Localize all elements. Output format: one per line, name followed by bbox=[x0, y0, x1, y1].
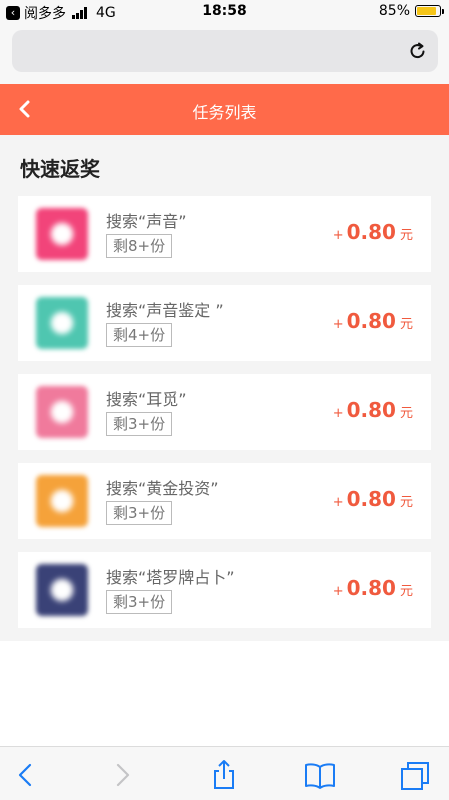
tabs-icon[interactable] bbox=[400, 759, 432, 791]
reward-plus: + bbox=[332, 228, 344, 243]
task-name: 搜索“声音鉴定 ” bbox=[106, 301, 224, 320]
status-right: 85% bbox=[378, 3, 444, 19]
app-thumbnail bbox=[36, 475, 88, 527]
section-title: 快速返奖 bbox=[20, 157, 100, 181]
page-title: 任务列表 bbox=[192, 103, 257, 122]
remaining-badge: 剩3+份 bbox=[106, 501, 173, 525]
battery-percent: 85% bbox=[378, 3, 410, 19]
reward-amount: +0.80 元 bbox=[333, 576, 413, 600]
bookmarks-icon[interactable] bbox=[304, 759, 336, 791]
battery-icon bbox=[415, 5, 444, 17]
reward-value: 0.80 bbox=[346, 220, 396, 244]
task-card[interactable]: 搜索“黄金投资” 剩3+份 +0.80 元 bbox=[18, 463, 431, 539]
app-thumbnail bbox=[36, 386, 88, 438]
back-arrow-icon[interactable] bbox=[10, 759, 42, 791]
reward-unit: 元 bbox=[399, 584, 413, 599]
task-name: 搜索“耳觅” bbox=[106, 390, 187, 409]
reward-amount: +0.80 元 bbox=[333, 398, 413, 422]
task-name: 搜索“塔罗牌占卜” bbox=[106, 568, 235, 587]
reward-unit: 元 bbox=[399, 228, 413, 243]
page-header: 任务列表 bbox=[0, 84, 449, 135]
reward-plus: + bbox=[332, 495, 344, 510]
reward-plus: + bbox=[332, 317, 344, 332]
share-icon[interactable] bbox=[208, 759, 240, 791]
reward-unit: 元 bbox=[399, 406, 413, 421]
reload-icon[interactable] bbox=[408, 41, 428, 61]
browser-toolbar bbox=[0, 746, 449, 800]
reward-plus: + bbox=[332, 584, 344, 599]
address-bar[interactable] bbox=[12, 30, 438, 72]
reward-amount: +0.80 元 bbox=[333, 487, 413, 511]
app-thumbnail bbox=[36, 564, 88, 616]
remaining-badge: 剩4+份 bbox=[106, 323, 173, 347]
task-list-section: 快速返奖 搜索“声音” 剩8+份 +0.80 元 搜索“声音鉴定 ” 剩4+份 +… bbox=[0, 135, 449, 641]
task-name: 搜索“黄金投资” bbox=[106, 479, 219, 498]
task-card[interactable]: 搜索“声音鉴定 ” 剩4+份 +0.80 元 bbox=[18, 285, 431, 361]
reward-unit: 元 bbox=[399, 317, 413, 332]
app-thumbnail bbox=[36, 208, 88, 260]
reward-unit: 元 bbox=[399, 495, 413, 510]
task-card[interactable]: 搜索“声音” 剩8+份 +0.80 元 bbox=[18, 196, 431, 272]
reward-value: 0.80 bbox=[346, 398, 396, 422]
task-card[interactable]: 搜索“塔罗牌占卜” 剩3+份 +0.80 元 bbox=[18, 552, 431, 628]
app-thumbnail bbox=[36, 297, 88, 349]
forward-arrow-icon[interactable] bbox=[106, 759, 138, 791]
reward-amount: +0.80 元 bbox=[333, 220, 413, 244]
battery-fill bbox=[417, 7, 436, 15]
browser-bar bbox=[0, 24, 449, 84]
remaining-badge: 剩3+份 bbox=[106, 412, 173, 436]
reward-value: 0.80 bbox=[346, 487, 396, 511]
remaining-badge: 剩3+份 bbox=[106, 590, 173, 614]
remaining-badge: 剩8+份 bbox=[106, 234, 173, 258]
status-bar: ‹ 阅多多 4G 18:58 85% bbox=[0, 0, 449, 24]
reward-amount: +0.80 元 bbox=[333, 309, 413, 333]
task-name: 搜索“声音” bbox=[106, 212, 187, 231]
reward-plus: + bbox=[332, 406, 344, 421]
reward-value: 0.80 bbox=[346, 576, 396, 600]
task-card[interactable]: 搜索“耳觅” 剩3+份 +0.80 元 bbox=[18, 374, 431, 450]
reward-value: 0.80 bbox=[346, 309, 396, 333]
